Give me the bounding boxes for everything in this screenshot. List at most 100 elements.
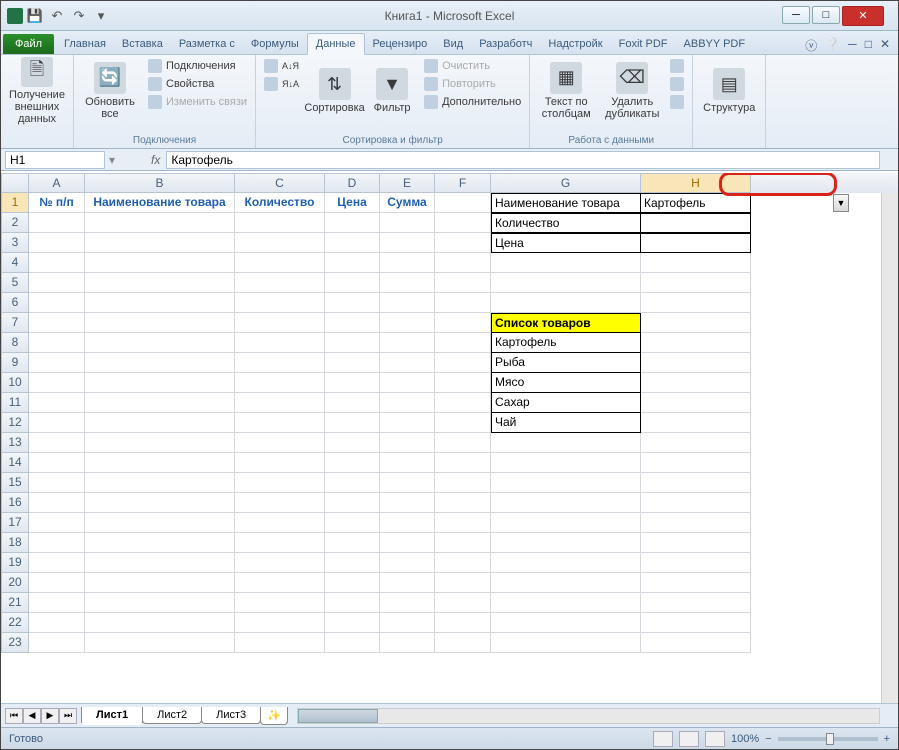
cell-F7[interactable] — [435, 313, 491, 333]
cell-B5[interactable] — [85, 273, 235, 293]
tab-layout[interactable]: Разметка с — [171, 34, 243, 54]
select-all-corner[interactable] — [1, 173, 29, 193]
row-header-7[interactable]: 7 — [1, 313, 29, 333]
sheet-tab-1[interactable]: Лист1 — [81, 707, 143, 725]
row-header-15[interactable]: 15 — [1, 473, 29, 493]
cell-G22[interactable] — [491, 613, 641, 633]
cell-G13[interactable] — [491, 433, 641, 453]
workbook-restore[interactable]: □ — [865, 37, 872, 54]
cell-F16[interactable] — [435, 493, 491, 513]
row-header-5[interactable]: 5 — [1, 273, 29, 293]
cell-C9[interactable] — [235, 353, 325, 373]
get-external-data-button[interactable]: 🗎 Получение внешних данных — [7, 58, 67, 124]
consolidate-button[interactable] — [668, 76, 686, 92]
cell-A7[interactable] — [29, 313, 85, 333]
cell-E23[interactable] — [380, 633, 435, 653]
remove-duplicates-button[interactable]: ⌫ Удалить дубликаты — [602, 58, 662, 124]
cell-F6[interactable] — [435, 293, 491, 313]
cell-dropdown-button[interactable]: ▼ — [833, 194, 849, 212]
cell-B22[interactable] — [85, 613, 235, 633]
tab-review[interactable]: Рецензиро — [365, 34, 436, 54]
cell-G7[interactable]: Список товаров — [491, 313, 641, 333]
row-header-17[interactable]: 17 — [1, 513, 29, 533]
cell-C1[interactable]: Количество — [235, 193, 325, 213]
row-header-6[interactable]: 6 — [1, 293, 29, 313]
cell-D3[interactable] — [325, 233, 380, 253]
cell-D8[interactable] — [325, 333, 380, 353]
row-header-14[interactable]: 14 — [1, 453, 29, 473]
col-header-B[interactable]: B — [85, 173, 235, 193]
cell-E11[interactable] — [380, 393, 435, 413]
cell-C11[interactable] — [235, 393, 325, 413]
cell-G16[interactable] — [491, 493, 641, 513]
cell-E3[interactable] — [380, 233, 435, 253]
cell-C23[interactable] — [235, 633, 325, 653]
cell-D7[interactable] — [325, 313, 380, 333]
cell-G17[interactable] — [491, 513, 641, 533]
fx-label[interactable]: fx — [145, 153, 166, 167]
row-header-23[interactable]: 23 — [1, 633, 29, 653]
cell-E17[interactable] — [380, 513, 435, 533]
cell-C2[interactable] — [235, 213, 325, 233]
text-to-columns-button[interactable]: ▦ Текст по столбцам — [536, 58, 596, 124]
tab-addins[interactable]: Надстройк — [540, 34, 610, 54]
cell-B12[interactable] — [85, 413, 235, 433]
cell-F9[interactable] — [435, 353, 491, 373]
workbook-close[interactable]: ✕ — [880, 37, 890, 54]
cell-F18[interactable] — [435, 533, 491, 553]
cell-D13[interactable] — [325, 433, 380, 453]
cell-G14[interactable] — [491, 453, 641, 473]
cell-B17[interactable] — [85, 513, 235, 533]
cell-B14[interactable] — [85, 453, 235, 473]
cell-H9[interactable] — [641, 353, 751, 373]
cell-G4[interactable] — [491, 253, 641, 273]
view-pagebreak-button[interactable] — [705, 731, 725, 747]
cell-B15[interactable] — [85, 473, 235, 493]
cell-G8[interactable]: Картофель — [491, 333, 641, 353]
tab-developer[interactable]: Разработч — [471, 34, 540, 54]
whatif-button[interactable] — [668, 94, 686, 110]
cell-D1[interactable]: Цена — [325, 193, 380, 213]
cell-E22[interactable] — [380, 613, 435, 633]
cell-B4[interactable] — [85, 253, 235, 273]
zoom-slider[interactable] — [778, 737, 878, 741]
cell-A13[interactable] — [29, 433, 85, 453]
row-header-9[interactable]: 9 — [1, 353, 29, 373]
row-header-2[interactable]: 2 — [1, 213, 29, 233]
cell-A23[interactable] — [29, 633, 85, 653]
sheet-tab-2[interactable]: Лист2 — [142, 707, 202, 724]
cell-D10[interactable] — [325, 373, 380, 393]
cell-H6[interactable] — [641, 293, 751, 313]
cell-D22[interactable] — [325, 613, 380, 633]
data-validation-button[interactable] — [668, 58, 686, 74]
cell-B3[interactable] — [85, 233, 235, 253]
cell-F19[interactable] — [435, 553, 491, 573]
vertical-scrollbar[interactable] — [881, 193, 898, 703]
cell-F22[interactable] — [435, 613, 491, 633]
col-header-H[interactable]: H — [641, 173, 751, 193]
cell-C7[interactable] — [235, 313, 325, 333]
cell-A10[interactable] — [29, 373, 85, 393]
edit-links-button[interactable]: Изменить связи — [146, 94, 249, 110]
cell-H18[interactable] — [641, 533, 751, 553]
cell-C6[interactable] — [235, 293, 325, 313]
formula-input[interactable]: Картофель — [166, 151, 880, 169]
cell-F2[interactable] — [435, 213, 491, 233]
cell-E4[interactable] — [380, 253, 435, 273]
cell-G3[interactable]: Цена — [491, 233, 641, 253]
cell-F11[interactable] — [435, 393, 491, 413]
cell-B2[interactable] — [85, 213, 235, 233]
cell-E5[interactable] — [380, 273, 435, 293]
row-header-1[interactable]: 1 — [1, 193, 29, 213]
help-icon[interactable]: ❔ — [825, 37, 840, 54]
cell-H21[interactable] — [641, 593, 751, 613]
cell-C8[interactable] — [235, 333, 325, 353]
col-header-C[interactable]: C — [235, 173, 325, 193]
cell-A22[interactable] — [29, 613, 85, 633]
cell-H10[interactable] — [641, 373, 751, 393]
cell-C5[interactable] — [235, 273, 325, 293]
cell-D14[interactable] — [325, 453, 380, 473]
ribbon-minimize-icon[interactable]: ⓥ — [805, 37, 817, 54]
cell-B19[interactable] — [85, 553, 235, 573]
cell-F17[interactable] — [435, 513, 491, 533]
